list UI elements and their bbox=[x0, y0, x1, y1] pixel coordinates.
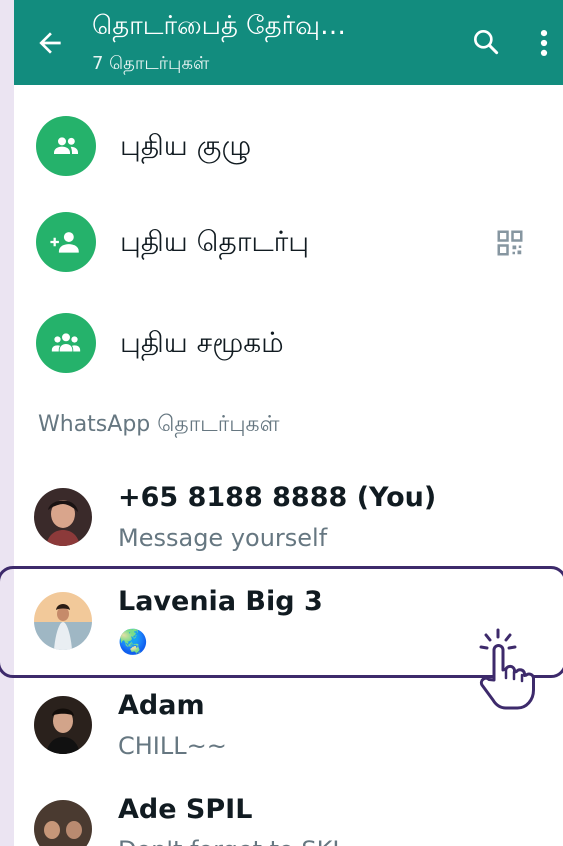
person-add-icon bbox=[36, 212, 96, 272]
arrow-back-icon[interactable] bbox=[34, 27, 66, 59]
contact-row-self[interactable]: +65 8188 8888 (You) Message yourself bbox=[14, 470, 563, 574]
contact-status: 🌏 bbox=[118, 628, 148, 656]
contact-row-ade[interactable]: Ade SPIL Don't forget to SKI bbox=[14, 782, 563, 846]
avatar bbox=[34, 488, 92, 546]
avatar bbox=[34, 800, 92, 846]
contact-status: Don't forget to SKI bbox=[118, 834, 339, 846]
new-group-label: புதிய குழு bbox=[120, 129, 252, 162]
new-community-item[interactable]: புதிய சமூகம் bbox=[14, 305, 563, 385]
avatar bbox=[34, 592, 92, 650]
contact-picker-screen: தொடர்பைத் தேர்வு… 7 தொடர்புகள் புதிய குழ… bbox=[14, 0, 563, 846]
new-community-label: புதிய சமூகம் bbox=[120, 326, 284, 359]
group-icon bbox=[36, 116, 96, 176]
contact-name: Adam bbox=[118, 690, 205, 721]
section-header: WhatsApp தொடர்புகள் bbox=[38, 412, 280, 437]
avatar bbox=[34, 696, 92, 754]
new-contact-item[interactable]: புதிய தொடர்பு bbox=[14, 204, 563, 284]
community-icon bbox=[36, 313, 96, 373]
contact-name: +65 8188 8888 (You) bbox=[118, 482, 437, 513]
tap-hand-icon bbox=[479, 628, 535, 710]
contact-status: CHILL~~ bbox=[118, 732, 227, 760]
more-vert-icon[interactable] bbox=[534, 26, 554, 60]
contact-name: Ade SPIL bbox=[118, 794, 253, 825]
new-group-item[interactable]: புதிய குழு bbox=[14, 108, 563, 188]
page-title: தொடர்பைத் தேர்வு… bbox=[92, 11, 347, 41]
contact-count: 7 தொடர்புகள் bbox=[92, 53, 210, 74]
qr-code-icon[interactable] bbox=[495, 228, 525, 258]
app-bar: தொடர்பைத் தேர்வு… 7 தொடர்புகள் bbox=[14, 0, 563, 85]
contact-name: Lavenia Big 3 bbox=[118, 586, 323, 617]
new-contact-label: புதிய தொடர்பு bbox=[120, 225, 310, 258]
contact-status: Message yourself bbox=[118, 524, 328, 552]
search-icon[interactable] bbox=[470, 26, 502, 58]
